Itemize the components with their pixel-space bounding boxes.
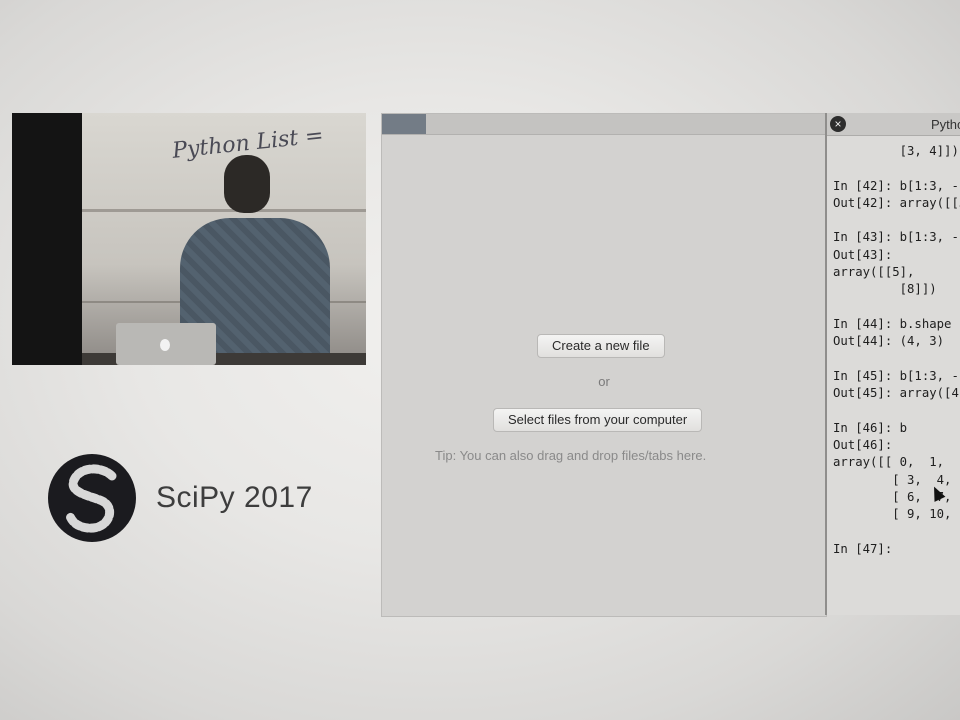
editor-launcher-panel: Create a new file or Select files from y… xyxy=(381,113,827,617)
console-line: array([[ 0, 1, xyxy=(833,455,945,470)
console-line: In [46]: b xyxy=(833,420,908,435)
console-line: [3, 4]]) xyxy=(833,144,959,158)
console-line: Out[43]: xyxy=(833,247,893,262)
console-line: [8]]) xyxy=(833,282,937,297)
python-console[interactable]: × Pytho [3, 4]]) In [42]: b[1:3, - Out[42… xyxy=(825,113,960,615)
console-line: array([[5], xyxy=(833,265,915,280)
console-line: In [45]: b[1:3, - xyxy=(833,368,959,383)
whiteboard-rail xyxy=(82,209,366,212)
editor-tab-bar xyxy=(382,114,826,135)
video-dark-area xyxy=(12,113,82,365)
editor-active-tab[interactable] xyxy=(382,114,426,134)
console-line: Out[42]: array([[5 xyxy=(833,195,960,210)
presenter-head xyxy=(224,155,270,213)
console-line: Out[44]: (4, 3) xyxy=(833,334,945,349)
console-line: In [42]: b[1:3, - xyxy=(833,178,959,193)
apple-logo-icon xyxy=(160,339,170,351)
console-line: [ 9, 10, xyxy=(833,507,952,522)
console-title: Pytho xyxy=(931,117,960,132)
console-line: In [44]: b.shape xyxy=(833,316,952,331)
console-line: Out[46]: xyxy=(833,438,893,453)
console-line: Out[45]: array([4 xyxy=(833,386,959,401)
drag-drop-tip: Tip: You can also drag and drop files/ta… xyxy=(435,448,707,463)
select-files-button[interactable]: Select files from your computer xyxy=(493,408,703,432)
scipy-logo-icon xyxy=(48,454,136,542)
or-separator: or xyxy=(598,374,610,389)
console-line: In [47]: xyxy=(833,541,893,556)
create-new-file-button[interactable]: Create a new file xyxy=(537,334,665,358)
console-line: In [43]: b[1:3, - xyxy=(833,230,959,245)
presenter-video: Python List = xyxy=(12,113,366,365)
console-header: × Pytho xyxy=(827,113,960,136)
conference-title: SciPy 2017 xyxy=(156,481,313,514)
close-icon[interactable]: × xyxy=(830,116,846,132)
